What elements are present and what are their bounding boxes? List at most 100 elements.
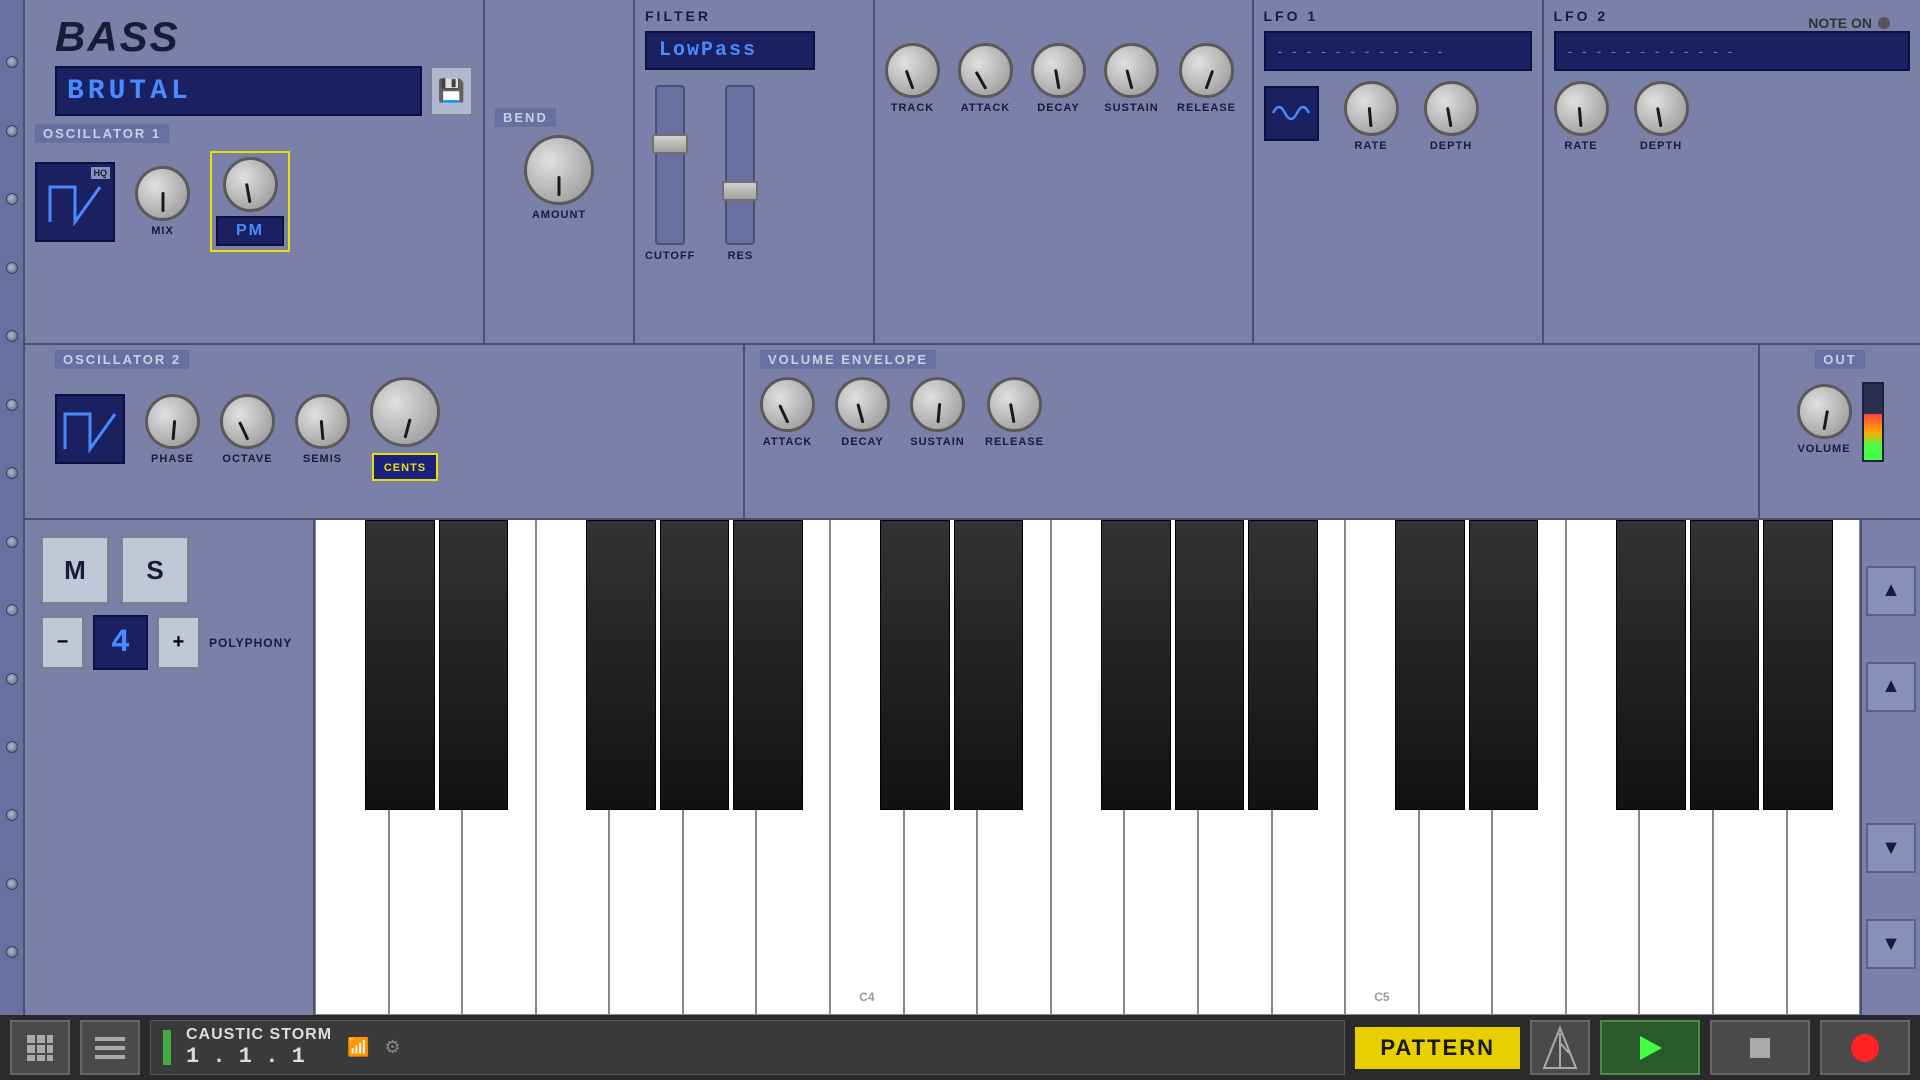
- screw: [6, 673, 18, 685]
- black-key-ds4[interactable]: [954, 520, 1024, 842]
- lfo2-controls: RATE DEPTH: [1554, 81, 1911, 152]
- lfo1-rate-knob[interactable]: [1344, 81, 1399, 136]
- res-slider-group: RES: [725, 85, 755, 262]
- black-key-gs3[interactable]: [660, 520, 730, 842]
- black-key-gs5[interactable]: [1690, 520, 1760, 842]
- screw: [6, 741, 18, 753]
- osc2-phase-knob[interactable]: [145, 394, 200, 449]
- filter-decay-knob[interactable]: [1031, 43, 1086, 98]
- note-on: NOTE ON: [1808, 15, 1890, 31]
- lfo2-display: - - - - - - - - - - - -: [1554, 31, 1911, 71]
- octave-up-button[interactable]: ▲: [1866, 566, 1916, 616]
- lfo2-depth-knob[interactable]: [1634, 81, 1689, 136]
- pattern-button[interactable]: PATTERN: [1355, 1027, 1520, 1069]
- bend-amount-label: AMOUNT: [532, 209, 586, 221]
- osc2-label: OSCILLATOR 2: [55, 350, 189, 369]
- osc2-waveform-button[interactable]: [55, 394, 125, 464]
- filter-track-knob[interactable]: [885, 43, 940, 98]
- screw: [6, 809, 18, 821]
- res-thumb: [722, 181, 758, 201]
- lfo2-title: LFO 2: [1554, 8, 1609, 24]
- black-key-as3[interactable]: [733, 520, 803, 842]
- lfo1-dots: - - - - - - - - - - - -: [1278, 43, 1446, 59]
- black-key-as4[interactable]: [1248, 520, 1318, 842]
- filter-type-text: LowPass: [659, 39, 757, 62]
- black-key-fs4[interactable]: [1101, 520, 1171, 842]
- osc2-sawtooth-icon: [60, 404, 120, 454]
- lfo1-wave-button[interactable]: [1264, 86, 1319, 141]
- screw: [6, 125, 18, 137]
- black-key-fs5[interactable]: [1616, 520, 1686, 842]
- black-key-cs5[interactable]: [1395, 520, 1465, 842]
- black-key-ds3[interactable]: [439, 520, 509, 842]
- vol-envelope-knobs: ATTACK DECAY SUSTAIN: [760, 377, 1743, 448]
- black-key-fs3[interactable]: [586, 520, 656, 842]
- lfo1-depth-knob[interactable]: [1424, 81, 1479, 136]
- screw: [6, 536, 18, 548]
- screw: [6, 56, 18, 68]
- preset-name: BRUTAL: [67, 76, 192, 107]
- pm-button[interactable]: PM: [216, 216, 284, 246]
- pm-knob-group: PM: [210, 151, 290, 252]
- bend-area: BEND AMOUNT: [485, 0, 635, 343]
- res-slider[interactable]: [725, 85, 755, 245]
- s-button[interactable]: S: [120, 535, 190, 605]
- lfo1-controls: RATE DEPTH: [1264, 81, 1532, 152]
- osc1-waveform-button[interactable]: HQ: [35, 162, 115, 242]
- octave-up-small-button[interactable]: ▲: [1866, 662, 1916, 712]
- synth-container: BASS NOTE ON BRUTAL 💾 OS: [0, 0, 1920, 1080]
- bend-amount-knob[interactable]: [524, 135, 594, 205]
- filter-sustain-knob[interactable]: [1104, 43, 1159, 98]
- mix-knob[interactable]: [135, 166, 190, 221]
- osc1-area: BASS NOTE ON BRUTAL 💾 OS: [25, 0, 485, 343]
- vol-envelope-label: VOLUME ENVELOPE: [760, 350, 936, 369]
- poly-plus-button[interactable]: +: [156, 615, 201, 670]
- sine-wave-icon: [1271, 96, 1311, 131]
- play-button[interactable]: [1600, 1020, 1700, 1075]
- filter-release-knob[interactable]: [1179, 43, 1234, 98]
- grid-view-button[interactable]: [10, 1020, 70, 1075]
- vol-decay-knob[interactable]: [835, 377, 890, 432]
- cutoff-slider[interactable]: [655, 85, 685, 245]
- menu-button[interactable]: [80, 1020, 140, 1075]
- octave-down-button[interactable]: ▼: [1866, 919, 1916, 969]
- stop-button[interactable]: [1710, 1020, 1810, 1075]
- screw: [6, 193, 18, 205]
- black-key-as5[interactable]: [1763, 520, 1833, 842]
- lfo1-area: LFO 1 - - - - - - - - - - - -: [1254, 0, 1544, 343]
- filter-attack-knob[interactable]: [958, 43, 1013, 98]
- sawtooth-wave-icon: [45, 177, 105, 227]
- volume-knob[interactable]: [1797, 384, 1852, 439]
- black-key-cs3[interactable]: [365, 520, 435, 842]
- black-key-ds5[interactable]: [1469, 520, 1539, 842]
- song-info: CAUSTIC STORM 1 . 1 . 1 📶 ⚙: [150, 1020, 1345, 1075]
- row3-keyboard: M S − 4 + POLYPHONY: [25, 520, 1920, 1015]
- lfo2-dots: - - - - - - - - - - - -: [1568, 43, 1736, 59]
- m-button[interactable]: M: [40, 535, 110, 605]
- poly-value-display: 4: [93, 615, 148, 670]
- metronome-button[interactable]: [1530, 1020, 1590, 1075]
- black-key-cs4[interactable]: [880, 520, 950, 842]
- vol-sustain-knob[interactable]: [910, 377, 965, 432]
- metronome-icon: [1541, 1023, 1579, 1073]
- mix-label: MIX: [151, 225, 174, 237]
- osc1-controls: HQ MIX: [35, 151, 473, 252]
- osc2-cents-knob[interactable]: [370, 377, 440, 447]
- octave-down-small-button[interactable]: ▼: [1866, 823, 1916, 873]
- pm-knob[interactable]: [223, 157, 278, 212]
- black-key-gs4[interactable]: [1175, 520, 1245, 842]
- poly-minus-button[interactable]: −: [40, 615, 85, 670]
- filter-type-display[interactable]: LowPass: [645, 31, 815, 70]
- preset-display: BRUTAL: [55, 66, 422, 116]
- lfo2-rate-knob[interactable]: [1554, 81, 1609, 136]
- vol-attack-knob[interactable]: [760, 377, 815, 432]
- record-button[interactable]: [1820, 1020, 1910, 1075]
- lfo1-title: LFO 1: [1264, 8, 1319, 24]
- row2: OSCILLATOR 2 PHASE: [25, 345, 1920, 520]
- save-button[interactable]: 💾: [430, 66, 473, 116]
- osc2-semis-knob[interactable]: [295, 394, 350, 449]
- vol-release-knob[interactable]: [987, 377, 1042, 432]
- cutoff-label: CUTOFF: [645, 250, 695, 262]
- screw: [6, 946, 18, 958]
- osc2-octave-knob[interactable]: [220, 394, 275, 449]
